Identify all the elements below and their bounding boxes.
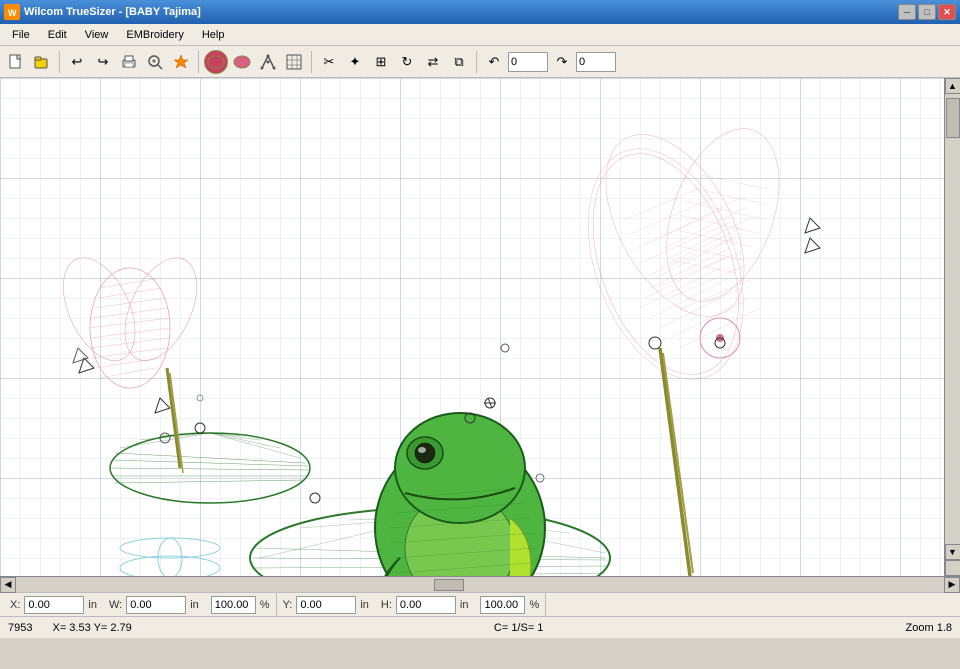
y-value[interactable]: 0.00: [296, 596, 356, 614]
rotate-button[interactable]: ↻: [395, 50, 419, 74]
menu-help[interactable]: Help: [194, 27, 233, 43]
select-button[interactable]: ✂: [317, 50, 341, 74]
horizontal-scrollbar[interactable]: ◀ ▶: [0, 576, 960, 592]
toolbar-separator-4: [476, 51, 477, 73]
coord-y-input[interactable]: 0: [576, 52, 616, 72]
oval-outline-button[interactable]: [230, 50, 254, 74]
scroll-right-button[interactable]: ▶: [944, 577, 960, 593]
transform-button[interactable]: ⊞: [369, 50, 393, 74]
x-unit: in: [88, 599, 97, 611]
y-label: Y:: [283, 599, 293, 611]
redo-button[interactable]: ↪: [91, 50, 115, 74]
titlebar-title: Wilcom TrueSizer - [BABY Tajima]: [24, 6, 201, 18]
node-button[interactable]: ✦: [343, 50, 367, 74]
toolbar-separator-1: [59, 51, 60, 73]
toolbar-separator-3: [311, 51, 312, 73]
undo-button[interactable]: ↩: [65, 50, 89, 74]
scroll-up-button[interactable]: ▲: [945, 78, 960, 94]
zoom-button[interactable]: [143, 50, 167, 74]
h-unit: in: [460, 599, 469, 611]
oval-fill-button[interactable]: [204, 50, 228, 74]
pct1-unit: %: [260, 599, 270, 611]
toolbar-separator-2: [198, 51, 199, 73]
new-button[interactable]: [4, 50, 28, 74]
coord-x-input[interactable]: 0: [508, 52, 548, 72]
polygon-button[interactable]: [256, 50, 280, 74]
titlebar-left: W Wilcom TrueSizer - [BABY Tajima]: [4, 4, 201, 20]
restore-button[interactable]: □: [918, 4, 936, 20]
open-button[interactable]: [30, 50, 54, 74]
x-label: X:: [10, 599, 20, 611]
vertical-scrollbar[interactable]: ▲ ▼: [944, 78, 960, 576]
stitch-count: 7953: [8, 622, 32, 634]
menu-file[interactable]: File: [4, 27, 38, 43]
pct1-value[interactable]: 100.00: [211, 596, 256, 614]
app-icon: W: [4, 4, 20, 20]
titlebar-buttons: ─ □ ✕: [898, 4, 956, 20]
grid-button[interactable]: [282, 50, 306, 74]
mirror-button[interactable]: ⇄: [421, 50, 445, 74]
y-field: Y: 0.00 in H: 0.00 in 100.00 %: [277, 593, 547, 616]
svg-text:W: W: [8, 8, 17, 18]
color-info: C= 1/S= 1: [494, 622, 544, 634]
w-label: W:: [109, 599, 122, 611]
close-button[interactable]: ✕: [938, 4, 956, 20]
pct2-value[interactable]: 100.00: [480, 596, 525, 614]
menu-view[interactable]: View: [77, 27, 117, 43]
titlebar: W Wilcom TrueSizer - [BABY Tajima] ─ □ ✕: [0, 0, 960, 24]
group-button[interactable]: ⧉: [447, 50, 471, 74]
pct2-unit: %: [529, 599, 539, 611]
something-button[interactable]: ↷: [550, 50, 574, 74]
convert-button[interactable]: [169, 50, 193, 74]
zoom-level: Zoom 1.8: [906, 622, 952, 634]
x-field: X: 0.00 in W: 0.00 in 100.00 %: [4, 593, 277, 616]
scroll-down-button[interactable]: ▼: [945, 544, 960, 560]
menu-embroidery[interactable]: EMBroidery: [118, 27, 191, 43]
bottom-status-strip: 7953 X= 3.53 Y= 2.79 C= 1/S= 1 Zoom 1.8: [0, 616, 960, 638]
w-unit: in: [190, 599, 199, 611]
menu-edit[interactable]: Edit: [40, 27, 75, 43]
h-value[interactable]: 0.00: [396, 596, 456, 614]
print-button[interactable]: [117, 50, 141, 74]
grid-background: [0, 78, 960, 576]
scroll-thumb-h[interactable]: [434, 579, 464, 591]
menubar: File Edit View EMBroidery Help: [0, 24, 960, 46]
x-value[interactable]: 0.00: [24, 596, 84, 614]
canvas-area[interactable]: ▲ ▼: [0, 78, 960, 576]
w-value[interactable]: 0.00: [126, 596, 186, 614]
scroll-left-button[interactable]: ◀: [0, 577, 16, 593]
minimize-button[interactable]: ─: [898, 4, 916, 20]
coordinates-display: X= 3.53 Y= 2.79: [52, 622, 131, 634]
scroll-thumb-v[interactable]: [946, 98, 960, 138]
scroll-track-h: [16, 578, 944, 592]
toolbar: ↩ ↪: [0, 46, 960, 78]
undo2-button[interactable]: ↶: [482, 50, 506, 74]
statusbar: X: 0.00 in W: 0.00 in 100.00 % Y: 0.00 i…: [0, 592, 960, 616]
h-label: H:: [381, 599, 392, 611]
resize-grip: [945, 560, 960, 576]
y-unit: in: [360, 599, 369, 611]
